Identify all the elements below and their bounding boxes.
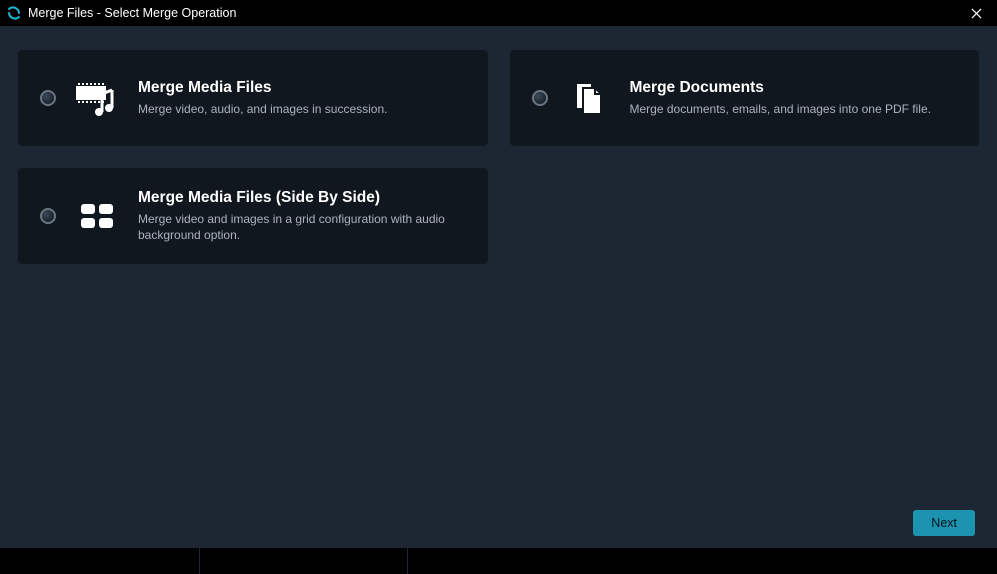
titlebar: Merge Files - Select Merge Operation: [0, 0, 997, 26]
statusbar: [0, 548, 997, 574]
radio-icon[interactable]: [40, 208, 56, 224]
radio-icon[interactable]: [40, 90, 56, 106]
option-merge-media-side-by-side[interactable]: Merge Media Files (Side By Side) Merge v…: [18, 168, 488, 264]
option-description: Merge documents, emails, and images into…: [630, 101, 958, 117]
option-title: Merge Media Files (Side By Side): [138, 189, 466, 207]
option-description: Merge video and images in a grid configu…: [138, 211, 466, 243]
media-files-icon: [74, 75, 120, 121]
footer: Next: [0, 498, 997, 548]
option-title: Merge Documents: [630, 79, 958, 97]
window-title: Merge Files - Select Merge Operation: [28, 6, 961, 20]
option-description: Merge video, audio, and images in succes…: [138, 101, 466, 117]
option-merge-documents[interactable]: Merge Documents Merge documents, emails,…: [510, 50, 980, 146]
radio-icon[interactable]: [532, 90, 548, 106]
statusbar-segment: [408, 548, 997, 574]
app-logo-icon: [6, 5, 22, 21]
close-button[interactable]: [961, 0, 991, 26]
documents-icon: [566, 75, 612, 121]
option-title: Merge Media Files: [138, 79, 466, 97]
statusbar-segment: [0, 548, 200, 574]
option-merge-media-files[interactable]: Merge Media Files Merge video, audio, an…: [18, 50, 488, 146]
next-button[interactable]: Next: [913, 510, 975, 536]
grid-icon: [74, 193, 120, 239]
statusbar-segment: [200, 548, 408, 574]
options-grid: Merge Media Files Merge video, audio, an…: [0, 26, 997, 498]
